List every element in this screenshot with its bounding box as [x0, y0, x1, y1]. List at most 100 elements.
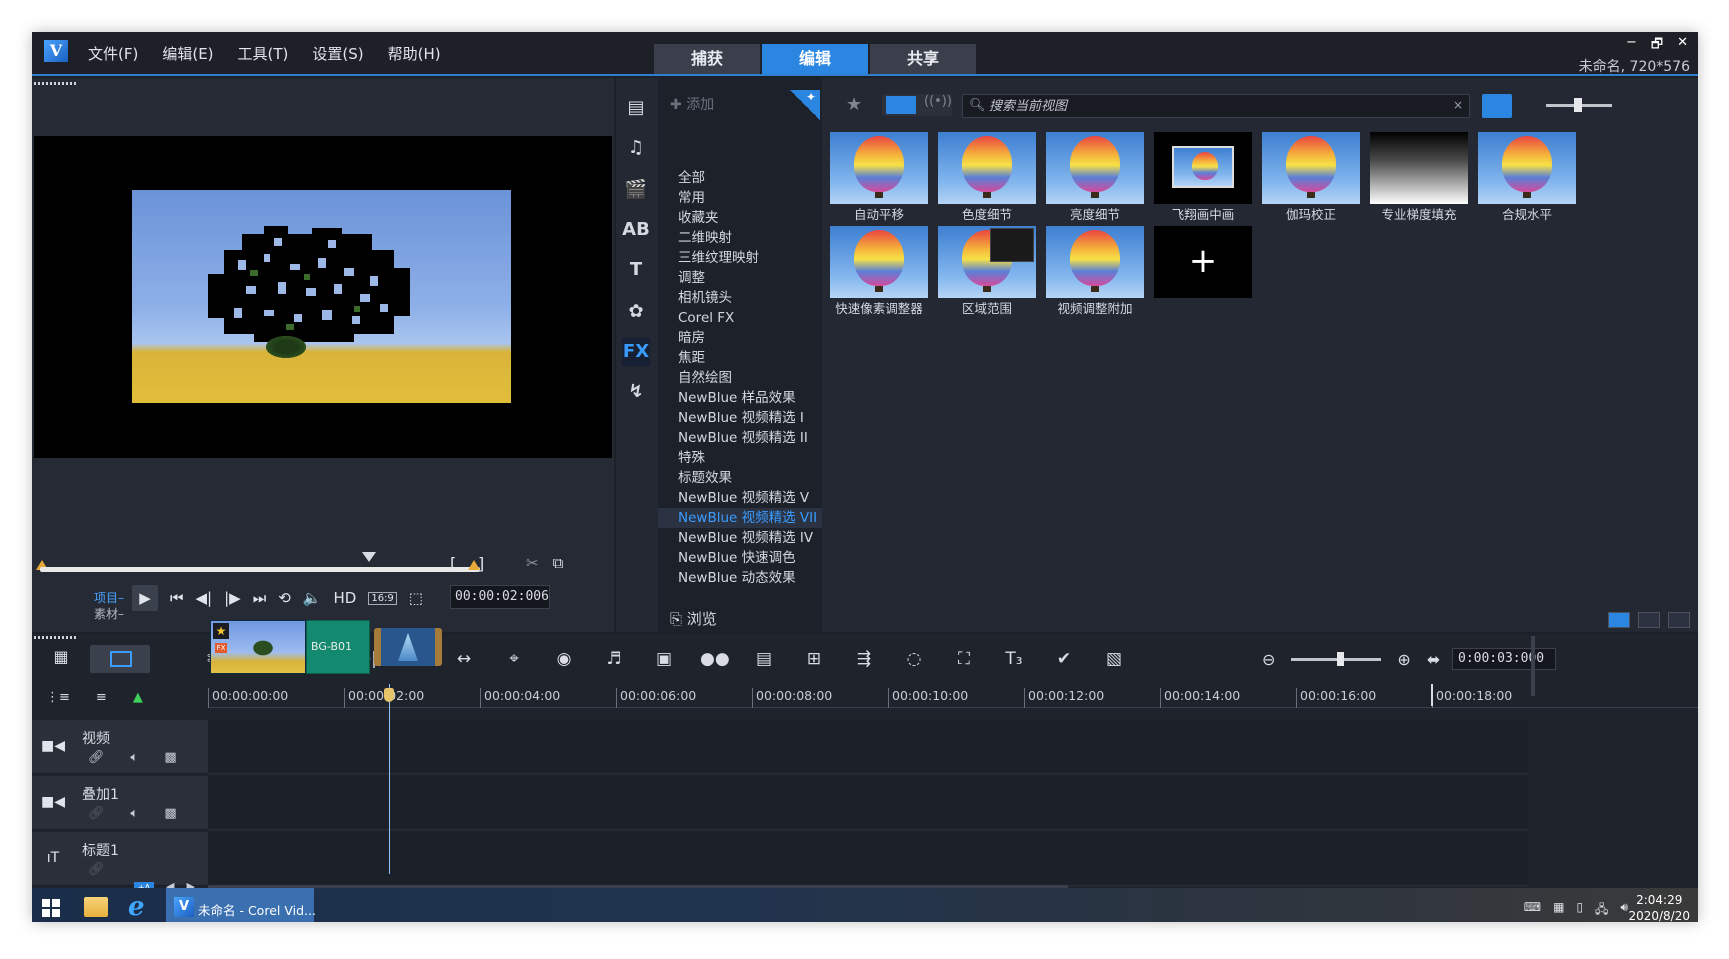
category-item[interactable]: 焦距: [658, 348, 822, 368]
overlay-track-lane[interactable]: [208, 776, 1528, 830]
filter-thumbnail[interactable]: 视频调整附加: [1042, 224, 1148, 316]
filter-thumbnail[interactable]: 合规水平: [1474, 130, 1580, 222]
3d-title-icon[interactable]: T₃: [1000, 644, 1028, 674]
zoom-slider[interactable]: [1291, 651, 1382, 666]
add-marker-icon[interactable]: ▲: [133, 690, 143, 705]
playhead-handle[interactable]: [384, 688, 394, 702]
browse-button[interactable]: ⎘ 浏览: [670, 608, 717, 629]
category-item[interactable]: 常用: [658, 188, 822, 208]
category-item[interactable]: 标题效果: [658, 468, 822, 488]
taskbar-app-button[interactable]: V 未命名 - Corel Vid...: [166, 888, 316, 922]
chapter-point-icon[interactable]: ≡: [96, 690, 107, 705]
zoom-in-icon[interactable]: ⊕: [1397, 650, 1410, 669]
filter-thumbnail[interactable]: 专业梯度填充: [1366, 130, 1472, 222]
add-folder-button[interactable]: ✚ 添加: [670, 94, 714, 114]
search-input[interactable]: [989, 96, 1439, 116]
restore-icon[interactable]: 🗗: [1651, 35, 1663, 57]
mask-creator-icon[interactable]: ◌: [900, 644, 928, 674]
pin-icon[interactable]: ✦: [790, 90, 820, 120]
tab-edit[interactable]: 编辑: [762, 44, 868, 74]
go-to-end-icon[interactable]: ⏭: [253, 589, 267, 607]
category-item[interactable]: 二维映射: [658, 228, 822, 248]
track-manager-icon[interactable]: ⋮≡: [46, 690, 70, 705]
category-item[interactable]: 收藏夹: [658, 208, 822, 228]
selection-tool-icon[interactable]: ⬚: [409, 589, 423, 607]
transition-icon[interactable]: AB: [622, 216, 650, 244]
position-icon[interactable]: ⌖: [500, 644, 528, 674]
media-library-icon[interactable]: ▤: [622, 94, 650, 122]
enlarge-preview-icon[interactable]: ⧉: [553, 554, 564, 572]
keyboard-icon[interactable]: ⌨: [1524, 900, 1541, 921]
graphics-icon[interactable]: ✿: [622, 298, 650, 326]
windows-start-icon[interactable]: [42, 899, 60, 917]
subtitle-editor-icon[interactable]: ▤: [750, 644, 778, 674]
split-clip-icon[interactable]: ✂: [526, 554, 539, 572]
go-to-start-icon[interactable]: ⏮: [170, 589, 184, 607]
pan-zoom-icon[interactable]: ⛶: [950, 644, 978, 674]
show-video-button[interactable]: [886, 96, 916, 114]
menu-settings[interactable]: 设置(S): [312, 43, 363, 64]
aspect-ratio-button[interactable]: 16:9: [368, 591, 397, 605]
project-duration[interactable]: 0:00:03:000: [1452, 648, 1556, 670]
menu-edit[interactable]: 编辑(E): [162, 43, 213, 64]
tab-share[interactable]: 共享: [870, 44, 976, 74]
usb-icon[interactable]: ▯: [1576, 900, 1583, 921]
category-item[interactable]: NewBlue 视频精选 IV: [658, 528, 822, 548]
add-filter-tile[interactable]: +: [1150, 224, 1256, 316]
mode-clip-label[interactable]: 素材–: [94, 606, 124, 622]
tab-capture[interactable]: 捕获: [654, 44, 760, 74]
volume-icon[interactable]: 🔈: [303, 589, 322, 607]
filter-thumbnail[interactable]: 区域范围: [934, 224, 1040, 316]
ripple-edit-icon[interactable]: 🔗︎: [88, 862, 105, 877]
edit-properties-icon[interactable]: [1668, 612, 1690, 628]
repeat-icon[interactable]: ⟲: [278, 589, 291, 607]
speaker-icon[interactable]: 🔊︎: [1620, 900, 1628, 921]
panel-grip[interactable]: [34, 636, 76, 639]
menu-file[interactable]: 文件(F): [88, 43, 138, 64]
category-item[interactable]: 特殊: [658, 448, 822, 468]
instant-project-icon[interactable]: 🎬: [622, 176, 650, 204]
filter-thumbnail[interactable]: 快速像素调整器: [826, 224, 932, 316]
scrubber-thumb[interactable]: [362, 552, 376, 562]
path-icon[interactable]: ↯: [622, 378, 650, 406]
auto-music-icon[interactable]: ▣: [650, 644, 678, 674]
playhead-line[interactable]: [389, 684, 390, 874]
menu-help[interactable]: 帮助(H): [388, 43, 441, 64]
zoom-knob[interactable]: [1337, 651, 1345, 666]
time-ruler[interactable]: 00:00:00:00 00:00:02:00 00:00:04:00 00:0…: [208, 684, 1698, 708]
hd-preview-button[interactable]: HD: [333, 589, 356, 607]
video-track-lane[interactable]: [208, 720, 1528, 774]
preview-timecode[interactable]: 00:00:02:006: [450, 585, 550, 609]
background-clip[interactable]: BG-B01: [306, 620, 370, 674]
audio-mixer-icon[interactable]: ♬: [600, 644, 628, 674]
close-icon[interactable]: ✕: [1677, 35, 1688, 57]
mute-icon[interactable]: 🔈︎: [131, 806, 139, 821]
play-icon[interactable]: ▶: [132, 585, 158, 611]
timeline-vertical-scrollbar[interactable]: [1528, 622, 1538, 794]
time-remap-icon[interactable]: ⇶: [850, 644, 878, 674]
fx-filter-icon[interactable]: FX: [622, 338, 650, 366]
ime-icon[interactable]: ▦: [1553, 900, 1564, 921]
category-item-selected[interactable]: NewBlue 视频精选 VII: [658, 508, 822, 528]
category-item[interactable]: 三维纹理映射: [658, 248, 822, 268]
mute-icon[interactable]: 🔈︎: [131, 750, 139, 765]
category-item[interactable]: 调整: [658, 268, 822, 288]
minimize-icon[interactable]: −: [1626, 35, 1637, 57]
category-item[interactable]: 暗房: [658, 328, 822, 348]
category-item[interactable]: 相机镜头: [658, 288, 822, 308]
thumbnail-size-knob[interactable]: [1574, 98, 1582, 112]
menu-tools[interactable]: 工具(T): [238, 43, 289, 64]
previous-frame-icon[interactable]: ◀|: [196, 589, 213, 607]
options-panel-icon[interactable]: [1638, 612, 1660, 628]
photo-clip[interactable]: ★ FX: [210, 620, 306, 674]
category-item[interactable]: NewBlue 样品效果: [658, 388, 822, 408]
fit-timeline-icon[interactable]: ⬌: [1427, 650, 1440, 669]
category-item[interactable]: NewBlue 快速调色: [658, 548, 822, 568]
category-item[interactable]: NewBlue 动态效果: [658, 568, 822, 588]
plus-icon[interactable]: +: [1154, 226, 1252, 298]
filter-thumbnail[interactable]: 亮度细节: [1042, 130, 1148, 222]
mode-project-label[interactable]: 项目–: [94, 590, 124, 606]
split-screen-icon[interactable]: ▧: [1100, 644, 1128, 674]
clear-search-icon[interactable]: ×: [1453, 98, 1463, 112]
category-item[interactable]: NewBlue 视频精选 I: [658, 408, 822, 428]
